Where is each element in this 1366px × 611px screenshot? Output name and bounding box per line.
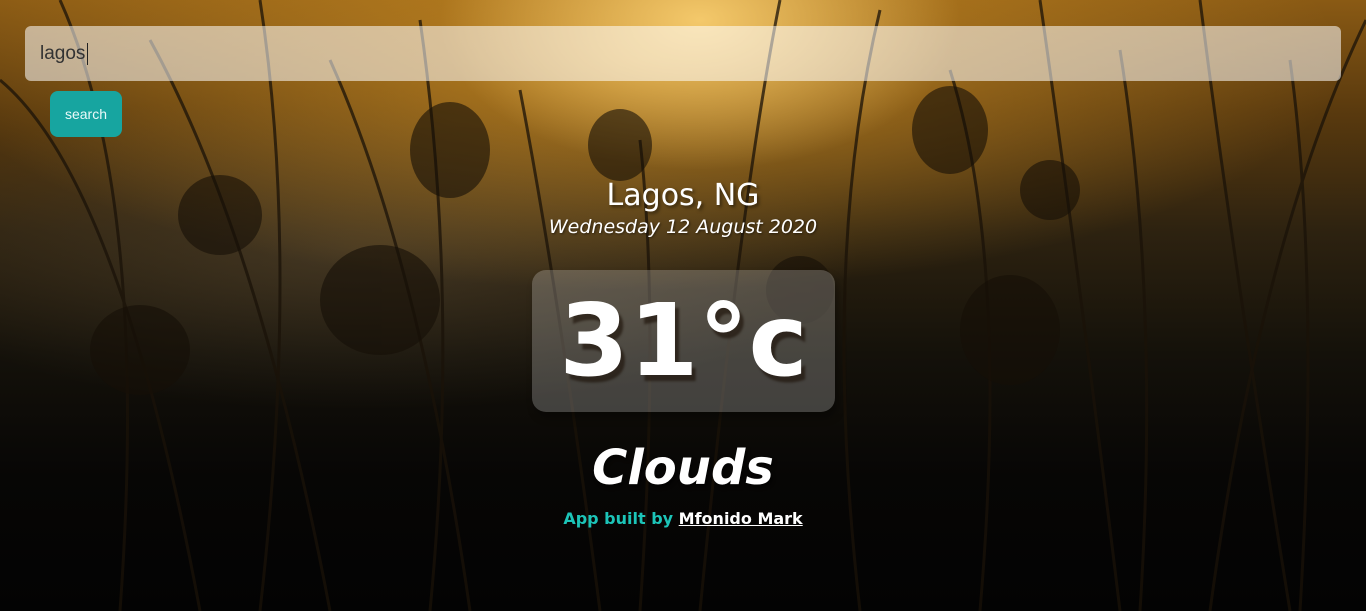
credit-text: App built by	[563, 509, 674, 528]
search-input[interactable]	[25, 26, 1341, 81]
search-button[interactable]: search	[50, 91, 122, 137]
date-label: Wednesday 12 August 2020	[548, 216, 818, 238]
weather-condition: Clouds	[592, 440, 774, 496]
author-link[interactable]: Mfonido Mark	[679, 509, 803, 528]
text-caret	[87, 43, 88, 65]
location-title: Lagos, NG	[606, 178, 760, 213]
footer-credit: App built by Mfonido Mark	[0, 509, 1366, 528]
temperature-value: 31°c	[559, 282, 808, 399]
